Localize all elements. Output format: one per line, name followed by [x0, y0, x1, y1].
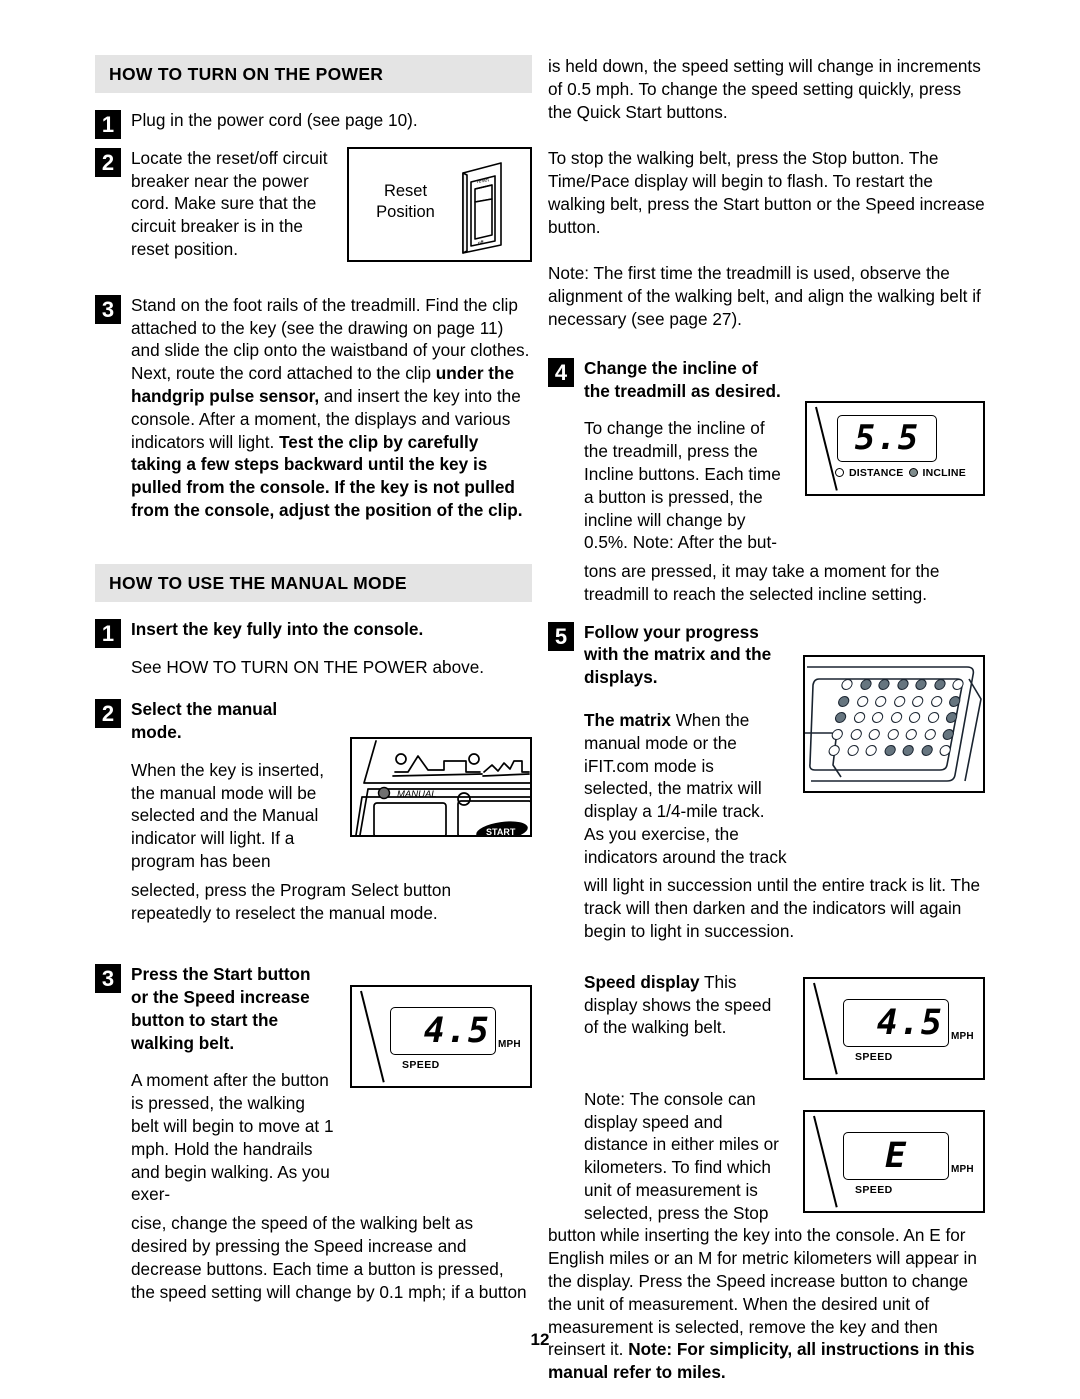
step-power-3: 3 Stand on the foot rails of the treadmi…	[95, 294, 532, 522]
step-content: Press the Start button or the Speed incr…	[131, 963, 532, 1206]
step-number-badge: 1	[95, 618, 121, 648]
continued-paragraph-2: To stop the walking belt, press the Stop…	[548, 148, 985, 237]
step-power-2: 2 Locate the reset/off circuit breaker n…	[95, 147, 532, 261]
step-text: Locate the reset/off circuit breaker nea…	[131, 147, 328, 260]
continued-paragraph-3: Note: The first time the treadmill is us…	[548, 263, 981, 330]
step-content: Plug in the power cord (see page 10).	[131, 109, 532, 132]
step-body-text: See HOW TO TURN ON THE POWER above.	[131, 656, 485, 677]
step-text: Stand on the foot rails of the treadmill…	[131, 294, 532, 522]
section-heading-manual-mode: HOW TO USE THE MANUAL MODE	[95, 563, 532, 602]
step-text: Plug in the power cord (see page 10).	[131, 110, 418, 131]
step-power-1: 1 Plug in the power cord (see page 10).	[95, 109, 532, 140]
lcd-bezel: 4.5	[843, 998, 949, 1047]
step-title: Select the manual mode.	[131, 699, 278, 743]
manual-page: HOW TO TURN ON THE POWER 1 Plug in the p…	[0, 0, 1080, 1397]
speed-unit-label: MPH	[951, 1030, 974, 1042]
units-unit-label: MPH	[951, 1163, 974, 1175]
step-content: Change the incline of the treadmill as d…	[584, 357, 985, 554]
console-edge-line	[813, 982, 838, 1075]
figure-speed-display-right: 4.5 MPH SPEED	[803, 976, 985, 1080]
step-body-rest-text: cise, change the speed of the walking be…	[131, 1213, 527, 1302]
units-note-wrap: Note: The console can display speed and …	[584, 1088, 779, 1223]
step-manual-1: 1 Insert the key fully into the console.…	[95, 618, 532, 679]
matrix-body-rest: will light in succession until the entir…	[584, 875, 981, 941]
step-title: Insert the key fully into the console.	[131, 618, 424, 639]
step-4-continued: tons are pressed, it may take a moment f…	[584, 560, 985, 606]
step-number-badge: 2	[95, 699, 121, 729]
step-number-badge: 4	[548, 357, 574, 387]
step-title: Change the incline of the treadmill as d…	[584, 357, 781, 401]
step-manual-2: 2 Select the manual mode. When the key i…	[95, 698, 532, 872]
units-note-rest: button while inserting the key into the …	[548, 1224, 985, 1383]
step-title: Follow your progress with the matrix and…	[584, 621, 772, 688]
left-column: HOW TO TURN ON THE POWER 1 Plug in the p…	[95, 55, 532, 1318]
step-incline-4: 4 Change the incline of the treadmill as…	[548, 357, 985, 554]
step-body-rest-text: tons are pressed, it may take a moment f…	[584, 561, 940, 604]
step-body-rest-text: selected, press the Program Select butto…	[131, 879, 452, 923]
figure-units-display: E MPH SPEED	[803, 1109, 985, 1213]
step-number-badge: 3	[95, 964, 121, 994]
console-edge-line	[813, 1115, 838, 1208]
step-manual-2-continued: selected, press the Program Select butto…	[131, 879, 532, 925]
step-manual-3-continued: cise, change the speed of the walking be…	[131, 1212, 532, 1303]
units-value: E	[884, 1135, 908, 1176]
step-number-badge: 3	[95, 294, 121, 324]
right-column: is held down, the speed setting will cha…	[548, 55, 985, 1399]
step-5-continued: will light in succession until the entir…	[584, 874, 985, 942]
step-number-badge: 2	[95, 147, 121, 177]
step-number-badge: 1	[95, 110, 121, 140]
step-content: Select the manual mode. When the key is …	[131, 698, 532, 872]
matrix-body-wrap: When the manual mode or the iFIT.com mod…	[584, 709, 787, 867]
page-number: 12	[530, 1330, 550, 1349]
step-manual-3: 3 Press the Start button or the Speed in…	[95, 963, 532, 1206]
step-content: Insert the key fully into the console. S…	[131, 618, 532, 679]
section-heading-power: HOW TO TURN ON THE POWER	[95, 55, 532, 94]
step-title: Press the Start button or the Speed incr…	[131, 964, 311, 1053]
step-content: Stand on the foot rails of the treadmill…	[131, 294, 532, 522]
continued-paragraph-1: is held down, the speed setting will cha…	[548, 56, 981, 122]
step-body-wrap-text: To change the incline of the treadmill, …	[584, 418, 781, 553]
units-caption-label: SPEED	[855, 1183, 893, 1196]
step-content: Follow your progress with the matrix and…	[584, 621, 985, 869]
step-matrix-5: 5 Follow your progress with the matrix a…	[548, 621, 985, 869]
lcd-bezel: E	[843, 1131, 949, 1180]
speed-value: 4.5	[876, 1002, 943, 1043]
matrix-lead-bold: The matrix	[584, 709, 671, 730]
step-body-wrap-text: A moment after the button is pressed, th…	[131, 1070, 334, 1205]
speed-display-paragraph: Speed display This display shows the spe…	[584, 971, 789, 1039]
step-number-badge: 5	[548, 621, 574, 651]
speed-caption-label: SPEED	[855, 1050, 893, 1063]
step-content: Locate the reset/off circuit breaker nea…	[131, 147, 332, 261]
matrix-paragraph: The matrix When the manual mode or the i…	[584, 709, 789, 868]
speed-display-lead-bold: Speed display	[584, 971, 700, 992]
step-body-wrap-text: When the key is inserted, the manual mod…	[131, 759, 324, 871]
